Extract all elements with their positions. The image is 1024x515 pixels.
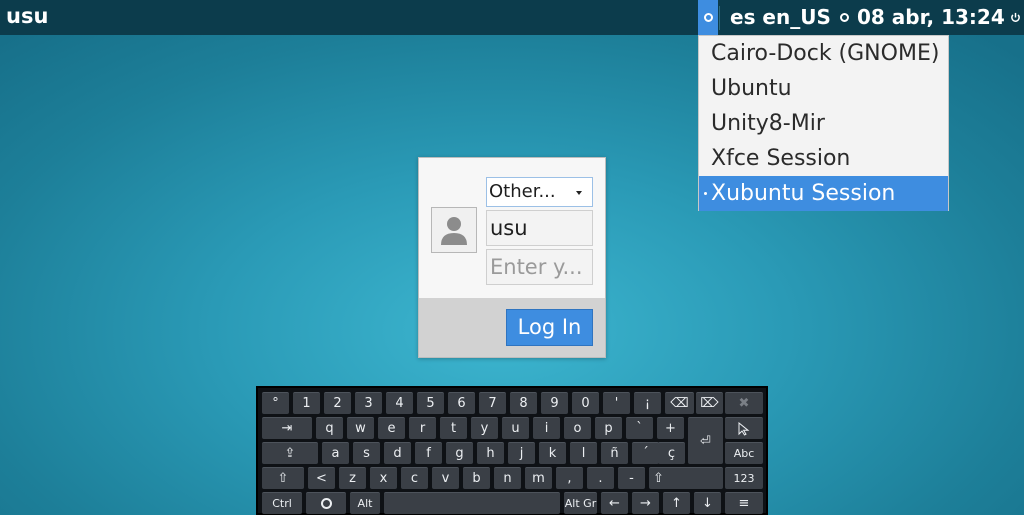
key-c-cedilla[interactable]: ç bbox=[658, 442, 685, 464]
key-i[interactable]: i bbox=[533, 417, 560, 439]
power-icon[interactable] bbox=[1010, 12, 1021, 23]
key-comma[interactable]: , bbox=[556, 467, 583, 489]
key-0[interactable]: 0 bbox=[572, 392, 599, 414]
user-avatar bbox=[431, 207, 477, 253]
abc-key[interactable]: Abc bbox=[725, 442, 763, 464]
ctrl-key[interactable]: Ctrl bbox=[262, 492, 302, 514]
key-inverted-exclamation[interactable]: ¡ bbox=[634, 392, 661, 414]
session-item-unity8-mir[interactable]: Unity8-Mir bbox=[699, 106, 948, 141]
close-keyboard-key[interactable]: ✖ bbox=[725, 392, 763, 414]
key-8[interactable]: 8 bbox=[510, 392, 537, 414]
selected-dot-icon bbox=[704, 192, 707, 195]
key-7[interactable]: 7 bbox=[479, 392, 506, 414]
key-1[interactable]: 1 bbox=[293, 392, 320, 414]
session-menu: Cairo-Dock (GNOME) Ubuntu Unity8-Mir Xfc… bbox=[698, 35, 949, 211]
arrow-up-key[interactable]: ↑ bbox=[663, 492, 690, 514]
key-d[interactable]: d bbox=[384, 442, 411, 464]
session-item-xfce[interactable]: Xfce Session bbox=[699, 141, 948, 176]
key-g[interactable]: g bbox=[446, 442, 473, 464]
key-h[interactable]: h bbox=[477, 442, 504, 464]
key-2[interactable]: 2 bbox=[324, 392, 351, 414]
ubuntu-logo-icon bbox=[320, 498, 332, 509]
key-y[interactable]: y bbox=[471, 417, 498, 439]
session-indicator-button[interactable] bbox=[698, 0, 718, 35]
language-indicator[interactable]: es en_US bbox=[730, 5, 831, 29]
session-item-cairo-dock[interactable]: Cairo-Dock (GNOME) bbox=[699, 36, 948, 71]
onscreen-keyboard: ° 1 2 3 4 5 6 7 8 9 0 ' ¡ ⌫ ⌦ ✖ ⇥ q w e … bbox=[256, 386, 768, 515]
key-o[interactable]: o bbox=[564, 417, 591, 439]
pointer-key[interactable] bbox=[725, 417, 763, 439]
key-m[interactable]: m bbox=[525, 467, 552, 489]
user-select-value: Other... bbox=[489, 181, 556, 202]
login-button[interactable]: Log In bbox=[506, 309, 593, 346]
arrow-down-key[interactable]: ↓ bbox=[694, 492, 721, 514]
numbers-key[interactable]: 123 bbox=[725, 467, 763, 489]
alt-key[interactable]: Alt bbox=[350, 492, 380, 514]
key-4[interactable]: 4 bbox=[386, 392, 413, 414]
clock-label: 08 abr, 13:24 bbox=[857, 5, 1005, 29]
arrow-right-key[interactable]: → bbox=[632, 492, 659, 514]
top-panel: usu es en_US 08 abr, 13:24 bbox=[0, 0, 1024, 35]
key-minus[interactable]: - bbox=[618, 467, 645, 489]
key-r[interactable]: r bbox=[409, 417, 436, 439]
key-degree[interactable]: ° bbox=[262, 392, 289, 414]
backspace-key[interactable]: ⌫ bbox=[665, 392, 694, 414]
key-9[interactable]: 9 bbox=[541, 392, 568, 414]
key-u[interactable]: u bbox=[502, 417, 529, 439]
hostname-label: usu bbox=[6, 4, 49, 28]
login-dialog: Other... usu Enter y... Log In bbox=[418, 157, 606, 358]
key-j[interactable]: j bbox=[508, 442, 535, 464]
key-period[interactable]: . bbox=[587, 467, 614, 489]
chevron-down-icon bbox=[576, 191, 582, 195]
password-field[interactable]: Enter y... bbox=[486, 249, 593, 285]
key-x[interactable]: x bbox=[370, 467, 397, 489]
key-plus[interactable]: + bbox=[657, 417, 684, 439]
key-c[interactable]: c bbox=[401, 467, 428, 489]
altgr-key[interactable]: Alt Gr bbox=[564, 492, 597, 514]
menu-key[interactable]: ≡ bbox=[725, 492, 763, 514]
key-f[interactable]: f bbox=[415, 442, 442, 464]
key-e[interactable]: e bbox=[378, 417, 405, 439]
key-z[interactable]: z bbox=[339, 467, 366, 489]
accessibility-icon[interactable] bbox=[840, 13, 849, 22]
key-6[interactable]: 6 bbox=[448, 392, 475, 414]
key-l[interactable]: l bbox=[570, 442, 597, 464]
username-field[interactable]: usu bbox=[486, 210, 593, 246]
key-less-than[interactable]: < bbox=[308, 467, 335, 489]
user-silhouette-icon bbox=[441, 217, 467, 245]
key-w[interactable]: w bbox=[347, 417, 374, 439]
space-key[interactable] bbox=[384, 492, 560, 514]
key-n-tilde[interactable]: ñ bbox=[601, 442, 628, 464]
key-k[interactable]: k bbox=[539, 442, 566, 464]
key-v[interactable]: v bbox=[432, 467, 459, 489]
key-grave[interactable]: ` bbox=[626, 417, 653, 439]
key-b[interactable]: b bbox=[463, 467, 490, 489]
key-5[interactable]: 5 bbox=[417, 392, 444, 414]
key-3[interactable]: 3 bbox=[355, 392, 382, 414]
left-shift-key[interactable]: ⇧ bbox=[262, 467, 304, 489]
tab-key[interactable]: ⇥ bbox=[262, 417, 312, 439]
key-p[interactable]: p bbox=[595, 417, 622, 439]
session-icon bbox=[703, 13, 713, 22]
capslock-key[interactable]: ⇪ bbox=[262, 442, 318, 464]
user-select-combo[interactable]: Other... bbox=[486, 177, 593, 207]
panel-separator bbox=[719, 6, 720, 30]
delete-key[interactable]: ⌦ bbox=[696, 392, 723, 414]
session-item-ubuntu[interactable]: Ubuntu bbox=[699, 71, 948, 106]
enter-key[interactable]: ⏎ bbox=[688, 417, 723, 464]
session-item-label: Xubuntu Session bbox=[711, 181, 896, 206]
key-q[interactable]: q bbox=[316, 417, 343, 439]
key-a[interactable]: a bbox=[322, 442, 349, 464]
super-key[interactable] bbox=[306, 492, 346, 514]
key-t[interactable]: t bbox=[440, 417, 467, 439]
session-item-xubuntu[interactable]: Xubuntu Session bbox=[699, 176, 948, 211]
key-n[interactable]: n bbox=[494, 467, 521, 489]
right-shift-key[interactable]: ⇧ bbox=[649, 467, 723, 489]
mouse-pointer-icon bbox=[738, 421, 750, 436]
key-s[interactable]: s bbox=[353, 442, 380, 464]
login-form-area: Other... usu Enter y... bbox=[419, 158, 605, 298]
key-apostrophe[interactable]: ' bbox=[603, 392, 630, 414]
arrow-left-key[interactable]: ← bbox=[601, 492, 628, 514]
key-acute[interactable]: ´ bbox=[632, 442, 659, 464]
